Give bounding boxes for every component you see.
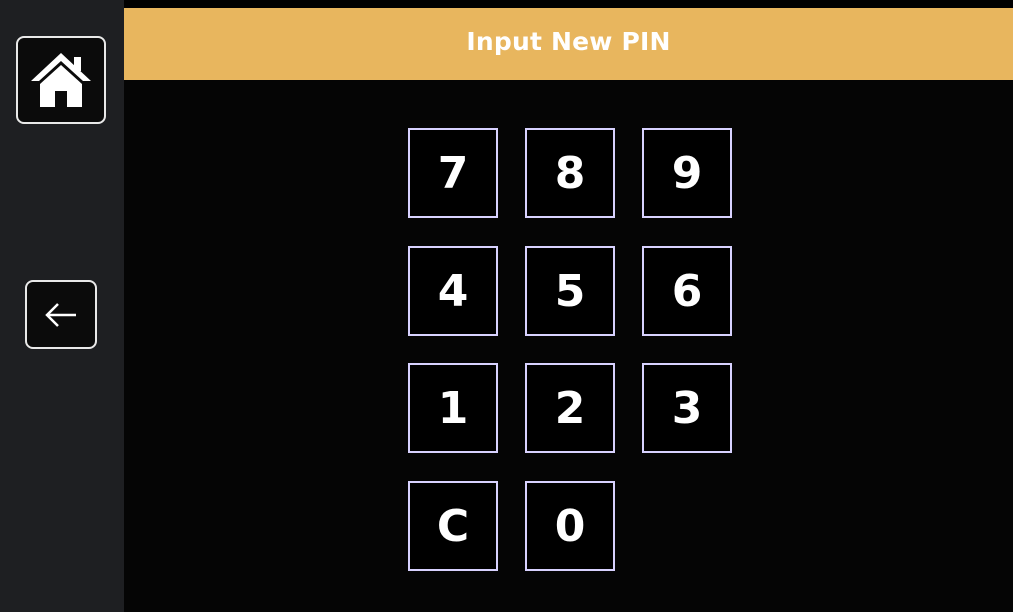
key-8[interactable]: 8 bbox=[525, 128, 615, 218]
key-4[interactable]: 4 bbox=[408, 246, 498, 336]
key-3[interactable]: 3 bbox=[642, 363, 732, 453]
key-0[interactable]: 0 bbox=[525, 481, 615, 571]
key-2[interactable]: 2 bbox=[525, 363, 615, 453]
key-5[interactable]: 5 bbox=[525, 246, 615, 336]
home-button[interactable] bbox=[16, 36, 106, 124]
key-6[interactable]: 6 bbox=[642, 246, 732, 336]
back-button[interactable] bbox=[25, 280, 97, 349]
key-1[interactable]: 1 bbox=[408, 363, 498, 453]
screen: Input New PIN 7 8 9 4 5 6 1 2 3 C 0 bbox=[0, 0, 1013, 612]
top-strip bbox=[124, 0, 1013, 8]
home-icon bbox=[28, 49, 94, 111]
key-9[interactable]: 9 bbox=[642, 128, 732, 218]
pin-keypad: 7 8 9 4 5 6 1 2 3 C 0 bbox=[408, 128, 738, 576]
key-7[interactable]: 7 bbox=[408, 128, 498, 218]
title-bar: Input New PIN bbox=[124, 8, 1013, 80]
key-clear[interactable]: C bbox=[408, 481, 498, 571]
page-title: Input New PIN bbox=[466, 26, 671, 56]
sidebar bbox=[0, 0, 124, 612]
arrow-left-icon bbox=[42, 300, 80, 330]
